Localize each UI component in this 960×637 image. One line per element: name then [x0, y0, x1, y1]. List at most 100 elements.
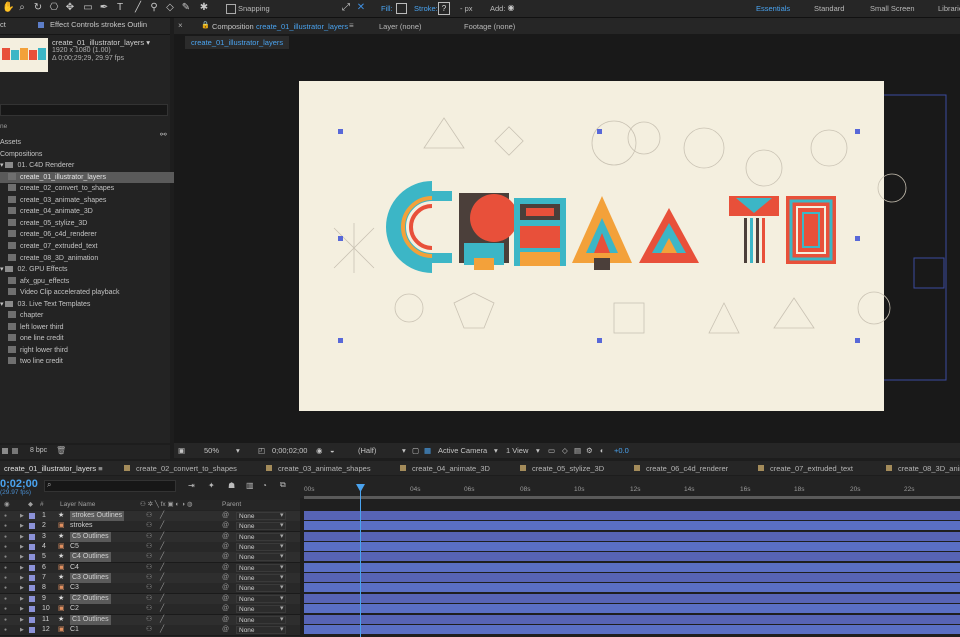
transparency-grid-icon[interactable]: ▦ — [424, 446, 431, 455]
parent-chevron-icon[interactable]: ▾ — [280, 563, 284, 573]
frame-blending-icon[interactable]: ▥ — [246, 481, 254, 490]
layer-tab[interactable]: Layer (none) — [379, 22, 422, 31]
shy-switch-icon[interactable]: ⚇ — [146, 583, 152, 593]
tab-project[interactable]: ct — [0, 20, 6, 32]
parent-chevron-icon[interactable]: ▾ — [280, 573, 284, 583]
parent-dropdown[interactable]: None — [236, 512, 286, 520]
project-comp-item[interactable]: create_08_3D_animation — [0, 253, 178, 264]
layer-duration-bar[interactable] — [304, 542, 960, 552]
project-comp-item[interactable]: afx_gpu_effects — [0, 276, 178, 287]
workspace-small-screen[interactable]: Small Screen — [870, 4, 915, 13]
label-color-swatch[interactable] — [29, 564, 35, 571]
visibility-eye-icon[interactable]: ● — [4, 604, 7, 614]
timeline-tab-5[interactable]: create_05_stylize_3D — [520, 464, 604, 473]
quality-switch-icon[interactable]: ╱ — [160, 542, 164, 552]
quality-switch-icon[interactable]: ╱ — [160, 511, 164, 521]
layer-name[interactable]: C3 Outlines — [70, 573, 111, 584]
label-color-swatch[interactable] — [29, 606, 35, 613]
draft-3d-icon[interactable]: ✦ — [208, 481, 215, 490]
flowchart-view-icon[interactable]: ⚙ — [586, 446, 593, 455]
visibility-eye-icon[interactable]: ● — [4, 615, 7, 625]
align-icon[interactable]: ✕ — [355, 2, 367, 14]
parent-pickwhip-icon[interactable]: @ — [222, 542, 229, 552]
project-folder[interactable]: ▾ 01. C4D Renderer — [0, 160, 170, 171]
layer-duration-bar[interactable] — [304, 624, 960, 634]
quality-switch-icon[interactable]: ╱ — [160, 573, 164, 583]
layer-row[interactable]: ● ▶ 11 ★ C1 Outlines ⚇ ╱ @ None ▾ — [0, 614, 300, 626]
expand-arrow-icon[interactable]: ▶ — [20, 625, 24, 635]
shy-switch-icon[interactable]: ⚇ — [146, 573, 152, 583]
playhead[interactable] — [356, 484, 365, 637]
layer-duration-bar[interactable] — [304, 583, 960, 593]
layer-row[interactable]: ● ▶ 9 ★ C2 Outlines ⚇ ╱ @ None ▾ — [0, 593, 300, 605]
expand-arrow-icon[interactable]: ▶ — [20, 594, 24, 604]
layer-name[interactable]: C5 — [70, 542, 79, 552]
quality-switch-icon[interactable]: ╱ — [160, 532, 164, 542]
label-color-swatch[interactable] — [29, 626, 35, 633]
col-number[interactable]: # — [40, 500, 44, 510]
project-comp-item[interactable]: create_05_stylize_3D — [0, 218, 178, 229]
parent-chevron-icon[interactable]: ▾ — [280, 532, 284, 542]
layer-row[interactable]: ● ▶ 6 ▣ C4 ⚇ ╱ @ None ▾ — [0, 562, 300, 574]
layer-row[interactable]: ● ▶ 12 ▣ C1 ⚇ ╱ @ None ▾ — [0, 624, 300, 636]
exposure-icon[interactable]: ◐ — [600, 446, 605, 455]
type-tool-icon[interactable]: T — [114, 2, 126, 14]
shy-switch-icon[interactable]: ⚇ — [146, 625, 152, 635]
quality-switch-icon[interactable]: ╱ — [160, 615, 164, 625]
visibility-eye-icon[interactable]: ● — [4, 573, 7, 583]
label-color-swatch[interactable] — [29, 523, 35, 530]
project-comp-item[interactable]: right lower third — [0, 345, 178, 356]
shy-switch-icon[interactable]: ⚇ — [146, 552, 152, 562]
layer-search-input[interactable]: ⌕ — [44, 480, 176, 492]
shy-switch-icon[interactable]: ⚇ — [146, 542, 152, 552]
layer-name[interactable]: C2 — [70, 604, 79, 614]
project-comp-item[interactable]: create_01_illustrator_layers — [0, 171, 178, 183]
parent-dropdown[interactable]: None — [236, 543, 286, 552]
timeline-tab-2[interactable]: create_02_convert_to_shapes — [124, 464, 237, 473]
layer-row[interactable]: ● ▶ 3 ★ C5 Outlines ⚇ ╱ @ None ▾ — [0, 531, 300, 543]
camera-tool-icon[interactable]: ⎔ — [48, 2, 60, 14]
roto-brush-tool-icon[interactable]: ✎ — [180, 2, 192, 14]
camera-dropdown[interactable]: Active Camera — [438, 446, 487, 455]
fill-swatch[interactable] — [396, 3, 407, 14]
project-folder[interactable]: Assets — [0, 137, 170, 148]
stroke-width[interactable]: - px — [460, 4, 473, 13]
fast-previews-icon[interactable]: ◇ — [562, 446, 568, 455]
composition-viewer[interactable] — [174, 48, 960, 443]
parent-pickwhip-icon[interactable]: @ — [222, 594, 229, 604]
parent-pickwhip-icon[interactable]: @ — [222, 615, 229, 625]
visibility-eye-icon[interactable]: ● — [4, 511, 7, 521]
interpret-footage-icon[interactable] — [2, 448, 8, 454]
motion-blur-icon[interactable]: ◔ — [262, 481, 267, 490]
shy-switch-icon[interactable]: ⚇ — [146, 594, 152, 604]
trash-icon[interactable]: 🗑 — [56, 446, 66, 455]
parent-dropdown[interactable]: None — [236, 563, 286, 572]
project-comp-item[interactable]: create_06_c4d_renderer — [0, 229, 178, 240]
col-layer-name[interactable]: Layer Name — [60, 500, 95, 510]
magnification-icon[interactable]: ▣ — [178, 446, 185, 455]
hand-tool-icon[interactable]: ✋ — [2, 2, 14, 14]
parent-pickwhip-icon[interactable]: @ — [222, 573, 229, 583]
layer-duration-bar[interactable] — [304, 511, 960, 520]
close-tab-icon[interactable]: × — [178, 21, 183, 30]
quality-switch-icon[interactable]: ╱ — [160, 583, 164, 593]
layer-duration-bar[interactable] — [304, 614, 960, 624]
work-area-bar[interactable] — [304, 496, 960, 499]
parent-chevron-icon[interactable]: ▾ — [280, 542, 284, 552]
project-comp-item[interactable]: one line credit — [0, 333, 178, 344]
shy-switch-icon[interactable]: ⚇ — [146, 532, 152, 542]
resolution-chevron-icon[interactable]: ▾ — [402, 446, 406, 455]
composition-tab-name[interactable]: create_01_illustrator_layers — [256, 22, 348, 31]
layer-row[interactable]: ● ▶ 4 ▣ C5 ⚇ ╱ @ None ▾ — [0, 542, 300, 554]
shy-switch-icon[interactable]: ⚇ — [146, 604, 152, 614]
project-comp-item[interactable]: create_07_extruded_text — [0, 241, 178, 252]
parent-chevron-icon[interactable]: ▾ — [280, 583, 284, 593]
safe-zones-icon[interactable]: ◰ — [258, 446, 265, 455]
timeline-tab-4[interactable]: create_04_animate_3D — [400, 464, 490, 473]
current-time-display[interactable]: 0;00;02;00 — [272, 446, 307, 455]
camera-chevron-icon[interactable]: ▾ — [494, 446, 498, 455]
exposure-value[interactable]: +0.0 — [614, 446, 629, 455]
lock-icon[interactable]: 🔒 — [201, 21, 210, 29]
region-of-interest-icon[interactable]: ▢ — [412, 446, 419, 455]
project-comp-item[interactable]: left lower third — [0, 322, 178, 333]
